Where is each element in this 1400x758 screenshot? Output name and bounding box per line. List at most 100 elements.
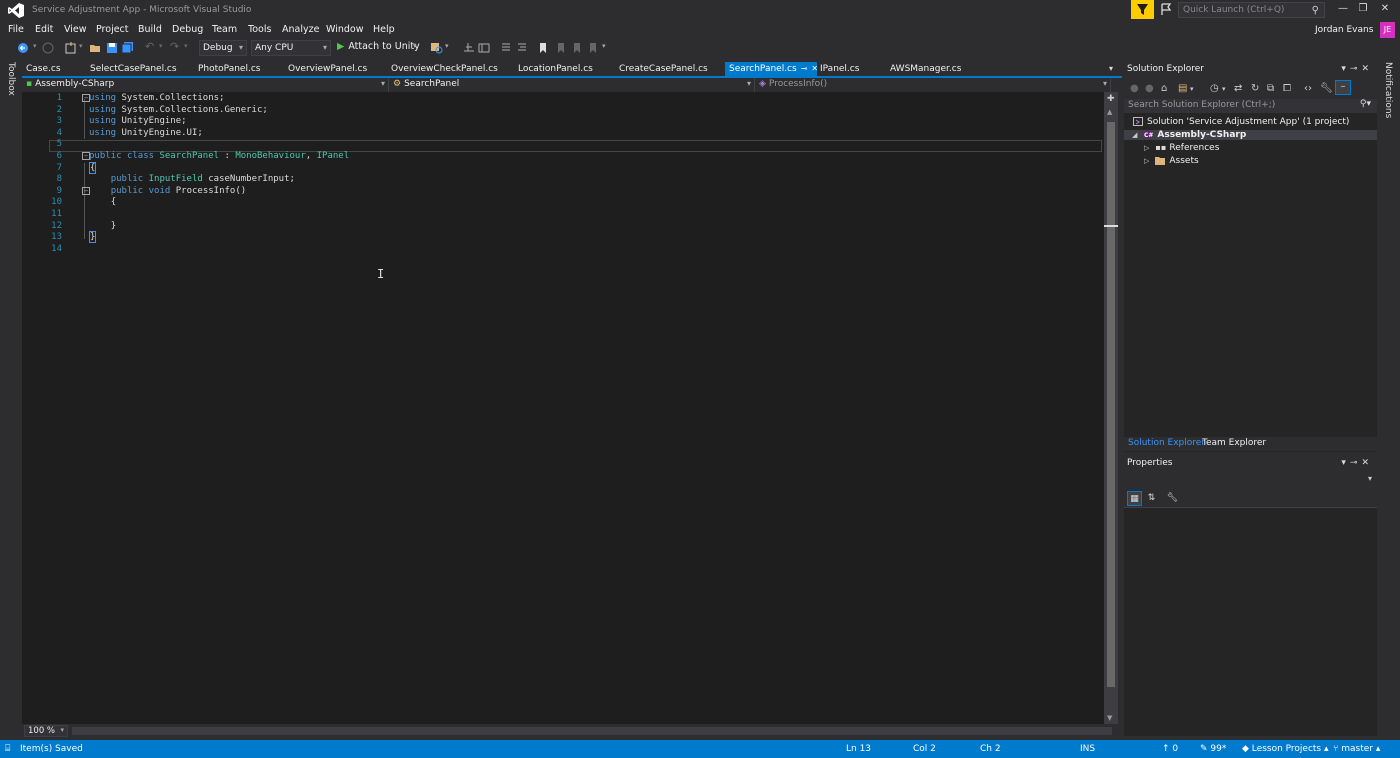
comment-lines-icon[interactable] bbox=[500, 42, 512, 54]
next-bookmark-icon[interactable] bbox=[571, 42, 583, 54]
collapsed-icon[interactable]: ▷ bbox=[1144, 157, 1149, 165]
filter-dropdown-icon[interactable]: ▾ bbox=[1222, 85, 1226, 93]
publish-button[interactable]: ↑ 0 bbox=[1162, 744, 1178, 754]
type-dropdown[interactable]: ⚙ SearchPanel ▾ bbox=[389, 78, 755, 92]
show-next-statement-icon[interactable] bbox=[478, 42, 490, 54]
panel-menu-icon[interactable]: ▾ bbox=[1341, 458, 1350, 468]
branch-button[interactable]: ⑂ master ▴ bbox=[1333, 744, 1380, 754]
tree-project[interactable]: ◢ C# Assembly-CSharp bbox=[1124, 130, 1377, 140]
pending-changes-button[interactable]: ✎ 99* bbox=[1200, 744, 1226, 754]
editor-vertical-scrollbar[interactable]: ✚ ▲ ▼ bbox=[1104, 92, 1118, 724]
menu-view[interactable]: View bbox=[64, 24, 87, 35]
clear-bookmarks-icon[interactable] bbox=[587, 42, 599, 54]
forward-icon[interactable]: ● bbox=[1145, 83, 1154, 94]
tab-photopanel[interactable]: PhotoPanel.cs bbox=[194, 62, 264, 77]
save-icon[interactable] bbox=[106, 42, 118, 54]
tree-references[interactable]: ▷ ▪▪ References bbox=[1144, 143, 1219, 153]
refresh-icon[interactable]: ↻ bbox=[1251, 83, 1259, 94]
collapsed-icon[interactable]: ▷ bbox=[1144, 144, 1149, 152]
find-in-files-icon[interactable] bbox=[430, 42, 444, 54]
tab-locationpanel[interactable]: LocationPanel.cs bbox=[514, 62, 597, 77]
tree-solution[interactable]: Solution 'Service Adjustment App' (1 pro… bbox=[1133, 117, 1349, 127]
switch-views-icon[interactable]: ▤ bbox=[1178, 83, 1187, 94]
maximize-button[interactable]: ❐ bbox=[1353, 3, 1373, 17]
expanded-icon[interactable]: ◢ bbox=[1132, 131, 1137, 139]
feedback-flag-icon[interactable] bbox=[1160, 3, 1172, 16]
back-icon[interactable]: ● bbox=[1130, 83, 1139, 94]
tab-case[interactable]: Case.cs bbox=[22, 62, 65, 77]
zoom-select[interactable]: 100 % ▾ bbox=[24, 725, 68, 737]
split-window-icon[interactable]: ✚ bbox=[1107, 94, 1115, 104]
panel-menu-icon[interactable]: ▾ bbox=[1341, 64, 1350, 74]
close-button[interactable]: ✕ bbox=[1375, 3, 1395, 17]
scroll-up-icon[interactable]: ▲ bbox=[1107, 108, 1112, 116]
menu-team[interactable]: Team bbox=[212, 24, 237, 35]
sync-with-document-icon[interactable]: ⇄ bbox=[1234, 83, 1242, 94]
tab-overviewcheckpanel[interactable]: OverviewCheckPanel.cs bbox=[387, 62, 502, 77]
menu-tools[interactable]: Tools bbox=[248, 24, 271, 35]
feedback-filter-button[interactable] bbox=[1131, 0, 1154, 19]
tab-searchpanel[interactable]: SearchPanel.cs ⊸ ✕ bbox=[725, 62, 818, 77]
categorized-icon[interactable]: ▦ bbox=[1127, 491, 1142, 506]
undo-icon[interactable]: ↶ bbox=[145, 40, 154, 53]
back-icon[interactable] bbox=[17, 42, 29, 54]
find-dropdown-icon[interactable]: ▾ bbox=[445, 42, 449, 54]
attach-to-unity-button[interactable]: ▶ Attach to Unity bbox=[337, 41, 420, 52]
project-dropdown[interactable]: ▪ Assembly-CSharp ▾ bbox=[22, 78, 389, 92]
step-over-icon[interactable] bbox=[463, 42, 475, 54]
member-dropdown[interactable]: ◈ ProcessInfo() ▾ bbox=[755, 78, 1111, 92]
platform-select[interactable]: Any CPU ▾ bbox=[251, 40, 331, 56]
minimize-button[interactable]: — bbox=[1333, 3, 1353, 17]
tab-ipanel[interactable]: IPanel.cs bbox=[816, 62, 863, 77]
undo-dropdown-icon[interactable]: ▾ bbox=[159, 42, 163, 54]
tree-assets[interactable]: ▷ Assets bbox=[1144, 156, 1199, 166]
pin-icon[interactable]: ⊸ bbox=[1350, 458, 1362, 468]
alphabetical-icon[interactable]: ⇅ bbox=[1144, 491, 1159, 506]
menu-edit[interactable]: Edit bbox=[35, 24, 53, 35]
properties-wrench-icon[interactable]: 🔧︎ bbox=[1320, 83, 1333, 94]
scroll-down-icon[interactable]: ▼ bbox=[1107, 714, 1112, 722]
redo-icon[interactable]: ↷ bbox=[170, 40, 179, 53]
pin-icon[interactable]: ⊸ bbox=[801, 64, 808, 73]
menu-debug[interactable]: Debug bbox=[172, 24, 203, 35]
home-icon[interactable]: ⌂ bbox=[1161, 83, 1167, 94]
pending-changes-filter-icon[interactable]: ◷ bbox=[1210, 83, 1219, 94]
toolbox-tab[interactable]: Toolbox bbox=[6, 62, 16, 96]
tab-solution-explorer[interactable]: Solution Explorer bbox=[1128, 438, 1205, 448]
tab-team-explorer[interactable]: Team Explorer bbox=[1202, 438, 1266, 448]
menu-project[interactable]: Project bbox=[96, 24, 129, 35]
code-area[interactable]: 1− using System.Collections; 2 using Syste… bbox=[36, 93, 1104, 255]
repository-button[interactable]: ◆ Lesson Projects ▴ bbox=[1242, 744, 1329, 754]
scrollbar-thumb[interactable] bbox=[1107, 122, 1115, 687]
bookmark-icon[interactable] bbox=[537, 42, 549, 54]
close-icon[interactable]: ✕ bbox=[1361, 64, 1373, 74]
back-dropdown-icon[interactable]: ▾ bbox=[33, 42, 37, 54]
show-all-files-icon[interactable]: ⧠ bbox=[1283, 83, 1291, 94]
uncomment-lines-icon[interactable] bbox=[516, 42, 528, 54]
menu-file[interactable]: File bbox=[8, 24, 24, 35]
avatar[interactable]: JE bbox=[1380, 22, 1395, 38]
solution-explorer-search-input[interactable]: Search Solution Explorer (Ctrl+;) ⚲▾ bbox=[1124, 99, 1377, 113]
switch-views-dropdown-icon[interactable]: ▾ bbox=[1190, 85, 1194, 93]
editor-horizontal-scrollbar[interactable] bbox=[72, 727, 1112, 735]
tab-createcasepanel[interactable]: CreateCasePanel.cs bbox=[615, 62, 712, 77]
user-name[interactable]: Jordan Evans bbox=[1315, 25, 1373, 35]
notifications-tab[interactable]: Notifications bbox=[1383, 62, 1393, 118]
new-dropdown-icon[interactable]: ▾ bbox=[79, 42, 83, 54]
preview-selected-items-icon[interactable]: – bbox=[1335, 80, 1351, 95]
property-pages-icon[interactable]: 🔧︎ bbox=[1165, 491, 1180, 506]
view-code-icon[interactable]: ‹› bbox=[1304, 83, 1312, 94]
previous-bookmark-icon[interactable] bbox=[555, 42, 567, 54]
menu-analyze[interactable]: Analyze bbox=[282, 24, 319, 35]
menu-help[interactable]: Help bbox=[373, 24, 395, 35]
tab-overviewpanel[interactable]: OverviewPanel.cs bbox=[284, 62, 371, 77]
pin-icon[interactable]: ⊸ bbox=[1350, 64, 1362, 74]
tab-awsmanager[interactable]: AWSManager.cs bbox=[886, 62, 965, 77]
properties-object-select[interactable]: ▾ bbox=[1124, 471, 1377, 488]
forward-icon[interactable] bbox=[42, 42, 54, 54]
tabs-dropdown-icon[interactable]: ▾ bbox=[1109, 64, 1113, 73]
tab-selectcasepanel[interactable]: SelectCasePanel.cs bbox=[86, 62, 181, 77]
close-icon[interactable]: ✕ bbox=[1361, 458, 1373, 468]
menu-build[interactable]: Build bbox=[138, 24, 162, 35]
collapse-all-icon[interactable]: ⧉ bbox=[1267, 83, 1274, 94]
